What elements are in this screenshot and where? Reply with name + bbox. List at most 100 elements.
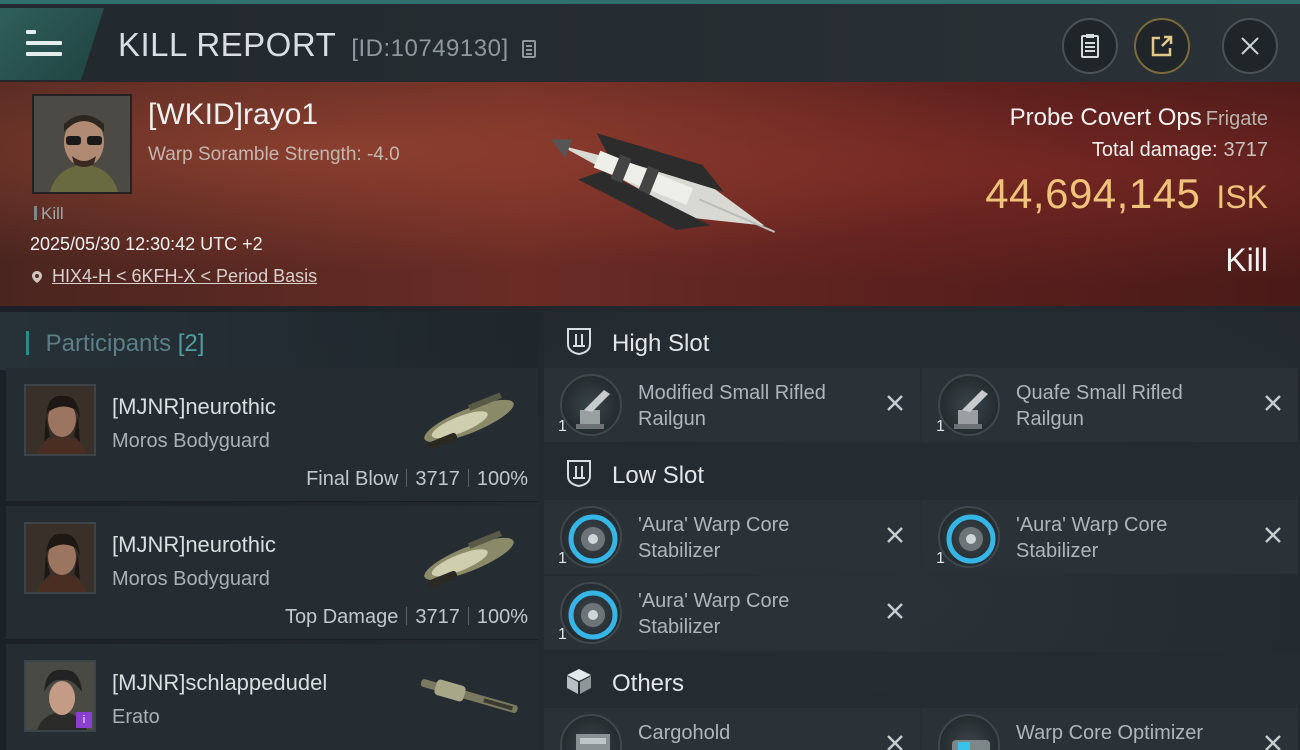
participant-role: Final Blow xyxy=(306,468,399,490)
kill-tag: Kill xyxy=(34,204,64,224)
participant-avatar xyxy=(24,384,96,456)
kill-result: Kill xyxy=(1225,242,1268,278)
others-label: Others xyxy=(612,670,685,697)
kill-location-link[interactable]: HIX4-H < 6KFH-X < Period Basis xyxy=(30,266,317,287)
fitting-panel: High Slot 1 Modified Small Rifled Railgu… xyxy=(544,306,1300,750)
participant-row[interactable]: [MJNR]neurothic Moros Bodyguard Final Bl… xyxy=(6,368,538,502)
victim-ship-class: Frigate xyxy=(1205,108,1268,130)
destroyed-x-icon xyxy=(887,395,903,411)
victim-ship-image xyxy=(550,133,776,233)
clipboard-icon xyxy=(1081,34,1099,58)
kill-report-screen: KILL REPORT [ID:10749130] [WKID]rayo1 Wa… xyxy=(0,0,1300,750)
module-qty: 1 xyxy=(558,550,567,567)
module-name: Quafe Small Rifled Railgun xyxy=(1016,382,1183,430)
participant-damage: 3717 xyxy=(415,606,460,628)
report-id: [ID:10749130] xyxy=(351,35,509,62)
module-item[interactable]: 1 Modified Small Rifled Railgun xyxy=(544,368,920,442)
share-button[interactable] xyxy=(1134,18,1190,74)
low-slot-icon xyxy=(567,460,591,488)
kill-location-text: HIX4-H < 6KFH-X < Period Basis xyxy=(52,266,318,286)
participants-header: Participants [2] xyxy=(0,312,538,370)
participant-ship-image xyxy=(424,530,514,588)
top-bar: KILL REPORT [ID:10749130] xyxy=(0,0,1300,82)
total-damage-label: Total damage: xyxy=(1091,139,1218,161)
participant-stats: Final Blow 3717 100% xyxy=(306,468,528,491)
railgun-icon xyxy=(938,374,1000,436)
railgun-icon xyxy=(560,374,622,436)
module-name: Warp Core Optimizer xyxy=(1016,722,1204,744)
participant-stats: Top Damage 3717 100% xyxy=(285,606,528,629)
isk-unit: ISK xyxy=(1216,179,1268,215)
module-item[interactable]: 1 'Aura' Warp Core Stabilizer xyxy=(544,576,920,650)
participant-row[interactable]: [MJNR]neurothic Moros Bodyguard Top Dama… xyxy=(6,506,538,640)
destroyed-x-icon xyxy=(1265,527,1281,543)
participant-name: [MJNR]neurothic xyxy=(112,532,276,557)
menu-icon xyxy=(26,30,62,58)
victim-ship-name[interactable]: Probe Covert Ops Frigate xyxy=(1010,104,1268,132)
participants-title: Participants [2] xyxy=(26,330,205,358)
isk-value: 44,694,145 ISK xyxy=(985,170,1268,218)
high-slot-header: High Slot xyxy=(544,312,1300,370)
victim-pilot-name[interactable]: [WKID]rayo1 xyxy=(148,98,318,132)
victim-avatar[interactable] xyxy=(32,94,132,194)
module-item[interactable]: 1 'Aura' Warp Core Stabilizer xyxy=(922,500,1298,574)
share-icon xyxy=(1151,35,1173,57)
close-icon xyxy=(1241,37,1259,55)
cargohold-icon xyxy=(560,714,622,750)
participant-name: [MJNR]schlappedudel xyxy=(112,670,328,695)
location-pin-icon xyxy=(32,271,42,283)
participant-ship: Moros Bodyguard xyxy=(112,568,270,590)
module-item[interactable]: 1 'Aura' Warp Core Stabilizer xyxy=(544,500,920,574)
participants-label: Participants xyxy=(45,330,172,357)
module-name: 'Aura' Warp Core Stabilizer xyxy=(638,514,790,562)
kill-datetime: 2025/05/30 12:30:42 UTC +2 xyxy=(30,234,263,254)
low-slot-header: Low Slot xyxy=(544,444,1300,502)
module-name: 'Aura' Warp Core Stabilizer xyxy=(638,590,790,638)
victim-panel: [WKID]rayo1 Warp Soramble Strength: -4.0… xyxy=(0,82,1300,306)
participant-percent: 100% xyxy=(476,468,528,490)
high-slot-icon xyxy=(567,328,591,356)
module-qty: 1 xyxy=(558,418,567,435)
destroyed-x-icon xyxy=(887,735,903,750)
participant-ship: Moros Bodyguard xyxy=(112,430,270,452)
total-damage: Total damage: 3717 xyxy=(1092,139,1268,162)
module-qty: 1 xyxy=(558,626,567,643)
destroyed-x-icon xyxy=(1265,395,1281,411)
participant-row[interactable]: i [MJNR]schlappedudel Erato xyxy=(6,644,538,750)
close-button[interactable] xyxy=(1222,18,1278,74)
participant-role: Top Damage xyxy=(284,606,399,628)
participant-badge: i xyxy=(76,712,92,728)
participants-panel: Participants [2] [MJNR]neurothic Moros B… xyxy=(0,306,538,750)
high-slot-label: High Slot xyxy=(612,330,710,357)
cube-icon xyxy=(567,669,591,694)
menu-button[interactable] xyxy=(0,8,104,80)
module-item[interactable]: Cargohold xyxy=(544,708,920,750)
destroyed-x-icon xyxy=(887,527,903,543)
module-name: 'Aura' Warp Core Stabilizer xyxy=(1016,514,1168,562)
destroyed-x-icon xyxy=(887,603,903,619)
page-title-text: KILL REPORT xyxy=(118,26,336,63)
total-damage-value: 3717 xyxy=(1223,139,1269,161)
warp-core-stabilizer-icon xyxy=(560,582,622,644)
warp-core-optimizer-icon xyxy=(938,714,1000,750)
victim-ship-type: Probe Covert Ops xyxy=(1009,104,1202,131)
isk-amount: 44,694,145 xyxy=(985,170,1201,217)
participant-damage: 3717 xyxy=(415,468,460,490)
participant-percent: 100% xyxy=(476,606,528,628)
page-title: KILL REPORT [ID:10749130] xyxy=(118,26,537,64)
warp-core-stabilizer-icon xyxy=(938,506,1000,568)
participant-ship-image xyxy=(424,392,514,450)
participants-count: [2] xyxy=(177,330,205,357)
low-slot-label: Low Slot xyxy=(612,462,705,489)
warp-core-stabilizer-icon xyxy=(560,506,622,568)
module-qty: 1 xyxy=(936,418,945,435)
clipboard-button[interactable] xyxy=(1062,18,1118,74)
destroyed-x-icon xyxy=(1265,735,1281,750)
module-item[interactable]: 1 Quafe Small Rifled Railgun xyxy=(922,368,1298,442)
warp-scramble-strength: Warp Soramble Strength: -4.0 xyxy=(148,144,400,165)
module-item[interactable]: Warp Core Optimizer xyxy=(922,708,1298,750)
copy-icon[interactable] xyxy=(522,40,537,58)
participant-avatar xyxy=(24,522,96,594)
module-name: Cargohold xyxy=(638,722,731,744)
module-name: Modified Small Rifled Railgun xyxy=(638,382,826,430)
